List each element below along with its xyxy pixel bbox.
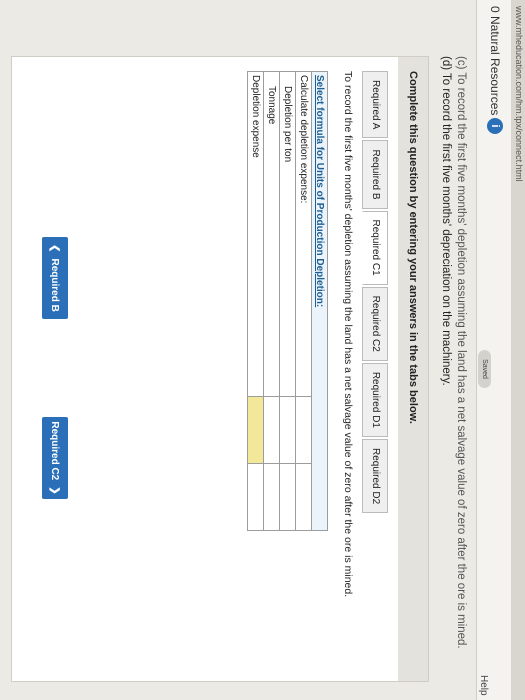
url-text: www.mheducation.com/hm.tpx/connect.html	[514, 6, 524, 182]
formula-select-link[interactable]: Select formula for Units of Production D…	[311, 71, 328, 531]
browser-url-bar[interactable]: www.mheducation.com/hm.tpx/connect.html	[511, 0, 525, 700]
tab-body-text: To record the first five months' depleti…	[342, 71, 354, 598]
prev-button-label: Required B	[49, 258, 61, 312]
depletion-table: Select formula for Units of Production D…	[247, 71, 328, 531]
page-title: 0 Natural Resources	[488, 6, 502, 116]
value-input[interactable]	[295, 463, 312, 531]
prev-button[interactable]: ❮ Required B	[42, 237, 68, 319]
question-panel: Complete this question by entering your …	[11, 56, 429, 682]
header-bar: 0 Natural Resources i Saved Help	[476, 0, 511, 700]
question-part-c: (c) To record the first five months' dep…	[455, 56, 467, 649]
table-row: Depletion expense	[247, 71, 264, 531]
tab-required-b[interactable]: Required B	[362, 140, 388, 209]
help-link[interactable]: Help	[478, 675, 489, 696]
table-header-row: Select formula for Units of Production D…	[311, 71, 328, 531]
tab-required-a[interactable]: Required A	[362, 71, 388, 139]
next-button-label: Required C2	[49, 421, 61, 481]
screen: www.mheducation.com/hm.tpx/connect.html …	[0, 0, 525, 700]
value-input[interactable]	[247, 463, 264, 531]
table-row: Calculate depletion expense:	[295, 71, 312, 531]
row-label: Calculate depletion expense:	[295, 71, 312, 397]
value-input[interactable]	[263, 396, 280, 464]
table-row: Depletion per ton	[279, 71, 296, 531]
panel-instruction: Complete this question by entering your …	[398, 57, 428, 681]
row-label: Depletion expense	[247, 71, 264, 397]
tab-required-d2[interactable]: Required D2	[362, 438, 388, 514]
value-input[interactable]	[279, 396, 296, 464]
chevron-left-icon: ❮	[49, 244, 61, 253]
row-label: Tonnage	[263, 71, 280, 397]
value-input[interactable]	[279, 463, 296, 531]
row-label: Depletion per ton	[279, 71, 296, 397]
tab-bar: Required A Required B Required C1 Requir…	[362, 71, 388, 515]
question-part-d: (d) To record the first five months' dep…	[440, 56, 452, 386]
value-input[interactable]	[263, 463, 280, 531]
info-icon[interactable]: i	[487, 118, 503, 134]
saved-status-badge: Saved	[478, 350, 491, 388]
table-row: Tonnage	[263, 71, 280, 531]
tab-required-c2[interactable]: Required C2	[362, 286, 388, 361]
next-button[interactable]: Required C2 ❯	[42, 417, 68, 499]
depletion-expense-input[interactable]	[247, 396, 264, 464]
tab-required-d1[interactable]: Required D1	[362, 362, 388, 437]
tab-required-c1[interactable]: Required C1	[362, 210, 388, 285]
value-input[interactable]	[295, 396, 312, 464]
chevron-right-icon: ❯	[49, 486, 61, 495]
